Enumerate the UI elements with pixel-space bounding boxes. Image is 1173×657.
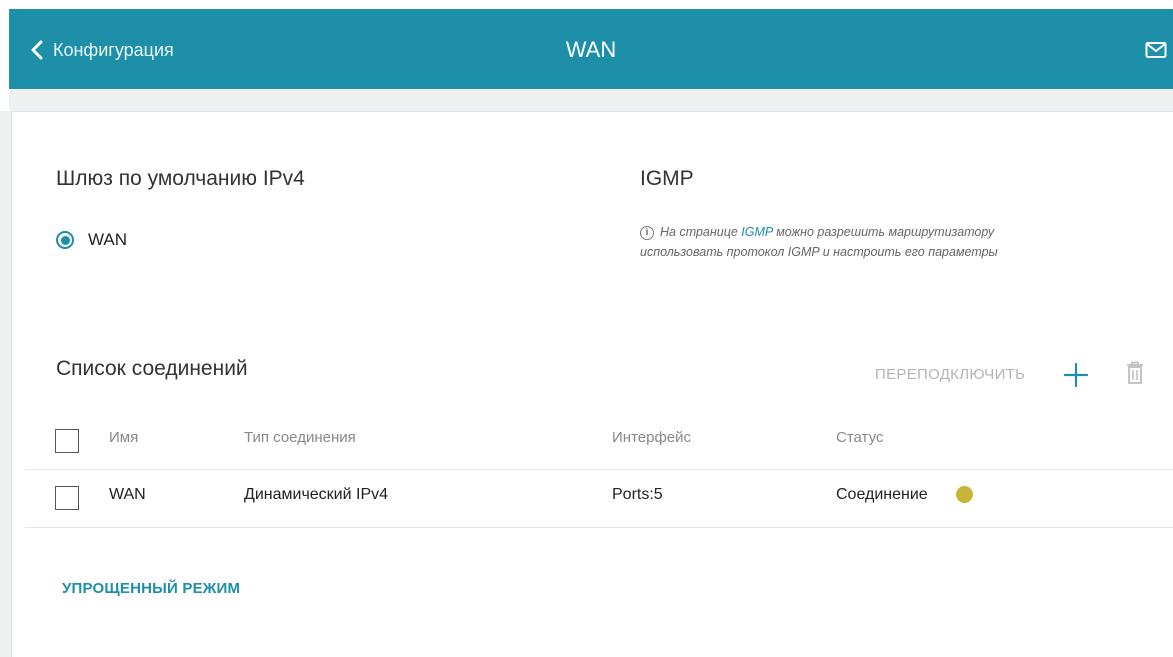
mail-icon[interactable] (1145, 39, 1167, 61)
page-title: WAN (565, 37, 617, 62)
trash-icon[interactable] (1125, 360, 1145, 386)
gateway-radio-label: WAN (88, 230, 128, 249)
select-all-checkbox[interactable] (55, 429, 79, 453)
content-card (12, 111, 1173, 657)
igmp-info-prefix: На странице (660, 225, 742, 239)
table-divider (25, 527, 1173, 528)
cell-interface: Ports:5 (612, 486, 663, 503)
status-indicator-dot (956, 486, 973, 503)
column-header-status[interactable]: Статус (836, 429, 883, 446)
radio-dot (60, 235, 70, 245)
header-separator (9, 89, 1173, 111)
igmp-info-line2: использовать протокол IGMP и настроить е… (640, 245, 998, 259)
cell-type: Динамический IPv4 (244, 486, 389, 503)
add-connection-icon[interactable] (1063, 362, 1089, 388)
table-divider (25, 469, 1173, 470)
column-header-interface[interactable]: Интерфейс (612, 429, 691, 446)
igmp-heading: IGMP (640, 167, 694, 190)
reconnect-button[interactable]: ПЕРЕПОДКЛЮЧИТЬ (875, 366, 1025, 383)
cell-status: Соединение (836, 486, 928, 503)
igmp-info-suffix: можно разрешить маршрутизатору (772, 225, 995, 239)
cell-name: WAN (109, 486, 146, 503)
gateway-heading: Шлюз по умолчанию IPv4 (56, 167, 305, 190)
igmp-link[interactable]: IGMP (741, 225, 772, 239)
app-header: Конфигурация WAN (9, 9, 1173, 89)
simple-mode-link[interactable]: УПРОЩЕННЫЙ РЕЖИМ (62, 580, 240, 597)
gateway-radio-wan[interactable]: WAN (56, 230, 127, 250)
column-header-type[interactable]: Тип соединения (244, 429, 356, 446)
top-strip (0, 0, 1173, 9)
row-checkbox[interactable] (55, 486, 79, 510)
igmp-info: i На странице IGMP можно разрешить маршру… (640, 222, 1110, 262)
connections-heading: Список соединений (56, 357, 248, 380)
left-gutter (0, 111, 12, 657)
info-icon: i (640, 225, 654, 240)
radio-button[interactable] (56, 231, 74, 249)
column-header-name[interactable]: Имя (109, 429, 138, 446)
